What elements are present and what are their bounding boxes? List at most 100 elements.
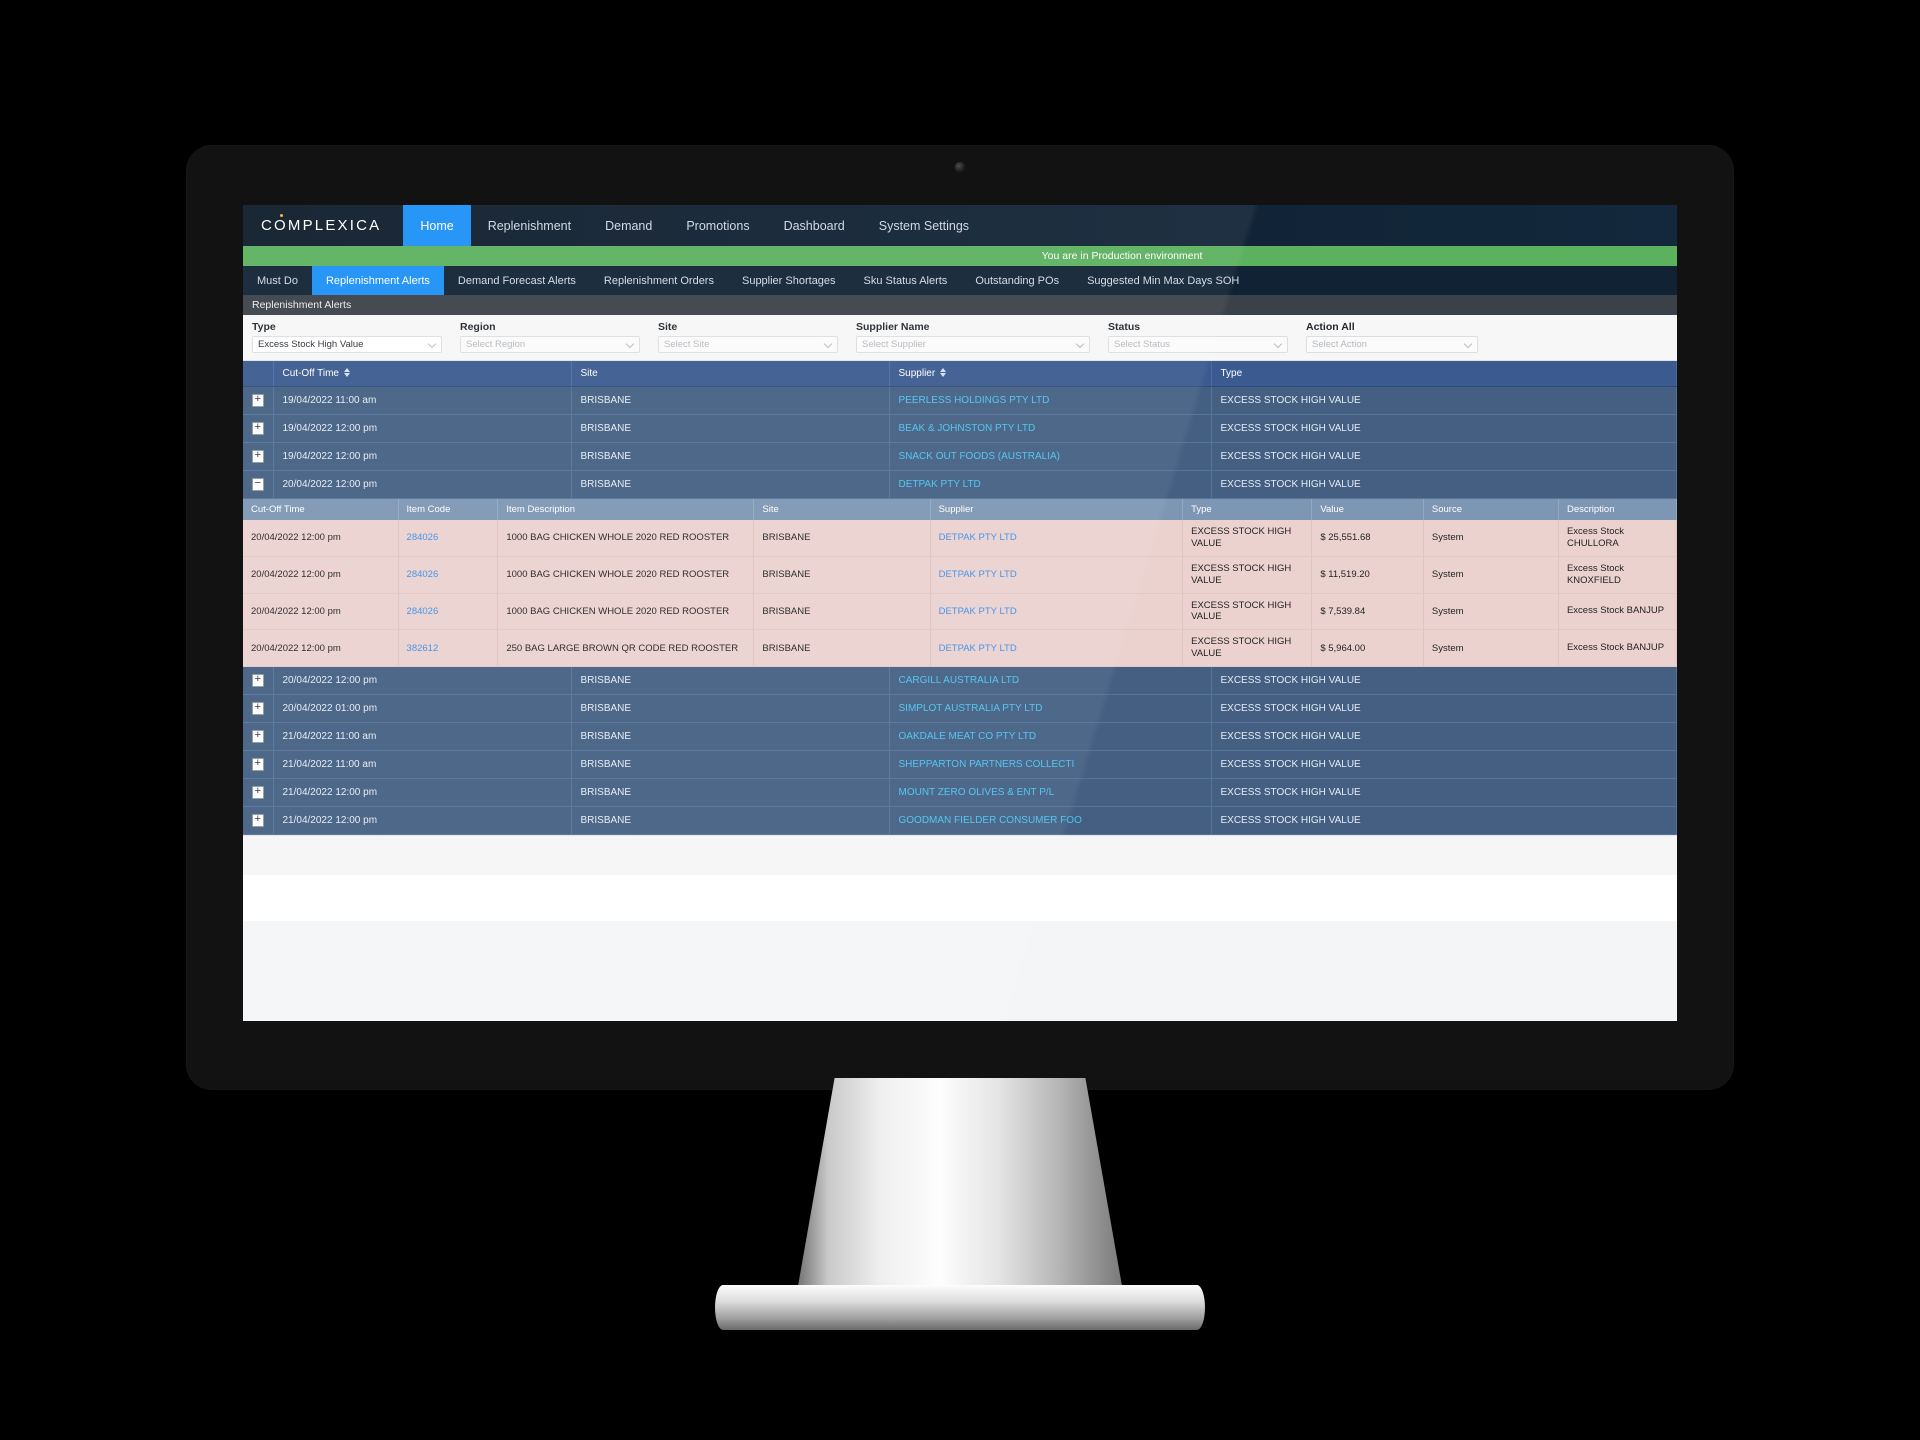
- row-expander-cell[interactable]: +: [243, 386, 274, 415]
- child-col-item-code[interactable]: Item Code: [398, 499, 499, 520]
- supplier-link[interactable]: MOUNT ZERO OLIVES & ENT P/L: [899, 787, 1055, 798]
- child-col-value[interactable]: Value: [1311, 499, 1424, 520]
- top-nav-items: Home Replenishment Demand Promotions Dashboa…: [403, 205, 986, 246]
- tab-replenishment-orders[interactable]: Replenishment Orders: [590, 266, 728, 295]
- nav-item-demand[interactable]: Demand: [588, 205, 669, 246]
- row-expander-cell[interactable]: +: [243, 442, 274, 471]
- table-row[interactable]: +20/04/2022 01:00 pm BRISBANE SIMPLOT AUST…: [243, 694, 1677, 723]
- child-col-site[interactable]: Site: [753, 499, 931, 520]
- child-table-row[interactable]: 20/04/2022 12:00 pm 284026 1000 BAG CHICKE…: [243, 520, 1677, 557]
- parent-col-label: Supplier: [898, 368, 936, 379]
- supplier-link[interactable]: DETPAK PTY LTD: [939, 643, 1017, 654]
- child-table-row[interactable]: 20/04/2022 12:00 pm 284026 1000 BAG CHICKE…: [243, 556, 1677, 594]
- child-table-row[interactable]: 20/04/2022 12:00 pm 284026 1000 BAG CHICKE…: [243, 593, 1677, 631]
- expand-row-icon[interactable]: +: [251, 450, 264, 463]
- nav-item-home[interactable]: Home: [403, 205, 471, 246]
- child-cell-source: System: [1423, 629, 1559, 667]
- parent-table-body: +19/04/2022 11:00 am BRISBANE PEERLESS HOL…: [243, 386, 1677, 835]
- child-col-description[interactable]: Description: [1558, 499, 1677, 520]
- tab-demand-forecast-alerts[interactable]: Demand Forecast Alerts: [444, 266, 590, 295]
- supplier-link[interactable]: DETPAK PTY LTD: [939, 532, 1017, 543]
- nav-item-system-settings[interactable]: System Settings: [862, 205, 986, 246]
- expand-row-icon[interactable]: +: [251, 702, 264, 715]
- expand-row-icon[interactable]: +: [251, 422, 264, 435]
- filter-select-supplier-name[interactable]: Select Supplier: [856, 336, 1090, 353]
- expand-row-icon[interactable]: +: [251, 674, 264, 687]
- filter-select-action-all[interactable]: Select Action: [1306, 336, 1478, 353]
- row-expander-cell[interactable]: +: [243, 806, 274, 835]
- supplier-link[interactable]: PEERLESS HOLDINGS PTY LTD: [899, 395, 1050, 406]
- supplier-link[interactable]: CARGILL AUSTRALIA LTD: [899, 675, 1020, 686]
- table-row[interactable]: +19/04/2022 11:00 am BRISBANE PEERLESS HOL…: [243, 386, 1677, 415]
- sort-arrows-icon[interactable]: [940, 368, 947, 377]
- item-code-link[interactable]: 284026: [407, 532, 439, 543]
- brand-logo[interactable]: COMPLEXICA: [243, 205, 403, 246]
- child-col-type[interactable]: Type: [1182, 499, 1313, 520]
- parent-col-supplier[interactable]: Supplier: [889, 361, 1212, 387]
- child-col-cut-off-time[interactable]: Cut-Off Time: [243, 499, 399, 520]
- child-cell-source: System: [1423, 593, 1559, 631]
- tab-must-do[interactable]: Must Do: [243, 266, 312, 295]
- supplier-link[interactable]: SHEPPARTON PARTNERS COLLECTI: [899, 759, 1075, 770]
- filter-select-status[interactable]: Select Status: [1108, 336, 1288, 353]
- table-row[interactable]: +19/04/2022 12:00 pm BRISBANE BEAK & JOHNS…: [243, 414, 1677, 443]
- tab-sku-status-alerts[interactable]: Sku Status Alerts: [850, 266, 962, 295]
- row-expander-cell[interactable]: +: [243, 722, 274, 751]
- supplier-link[interactable]: GOODMAN FIELDER CONSUMER FOO: [899, 815, 1082, 826]
- supplier-link[interactable]: BEAK & JOHNSTON PTY LTD: [899, 423, 1036, 434]
- monitor-stand-neck: [795, 1078, 1125, 1303]
- row-expander-cell[interactable]: +: [243, 667, 274, 695]
- tab-outstanding-pos[interactable]: Outstanding POs: [961, 266, 1073, 295]
- supplier-link[interactable]: OAKDALE MEAT CO PTY LTD: [899, 731, 1037, 742]
- table-row[interactable]: +21/04/2022 12:00 pm BRISBANE MOUNT ZERO O…: [243, 778, 1677, 807]
- table-row[interactable]: +21/04/2022 12:00 pm BRISBANE GOODMAN FIEL…: [243, 806, 1677, 835]
- sort-arrows-icon[interactable]: [344, 368, 351, 377]
- cell-cut-off-time: 21/04/2022 11:00 am: [273, 750, 572, 779]
- expand-row-icon[interactable]: +: [251, 730, 264, 743]
- expand-row-icon[interactable]: +: [251, 786, 264, 799]
- supplier-link[interactable]: SNACK OUT FOODS (AUSTRALIA): [899, 451, 1061, 462]
- row-expander-cell[interactable]: +: [243, 414, 274, 443]
- filter-select-site[interactable]: Select Site: [658, 336, 838, 353]
- filter-select-region[interactable]: Select Region: [460, 336, 640, 353]
- child-table-row[interactable]: 20/04/2022 12:00 pm 382612 250 BAG LARGE B…: [243, 629, 1677, 667]
- supplier-link[interactable]: DETPAK PTY LTD: [899, 479, 981, 490]
- cell-supplier: SHEPPARTON PARTNERS COLLECTI: [889, 750, 1212, 779]
- row-expander-cell[interactable]: +: [243, 750, 274, 779]
- row-expander-cell[interactable]: +: [243, 694, 274, 723]
- item-code-link[interactable]: 284026: [407, 606, 439, 617]
- tab-replenishment-alerts[interactable]: Replenishment Alerts: [311, 266, 444, 295]
- tab-supplier-shortages[interactable]: Supplier Shortages: [728, 266, 850, 295]
- child-col-item-description[interactable]: Item Description: [497, 499, 755, 520]
- expand-row-icon[interactable]: +: [251, 814, 264, 827]
- table-row[interactable]: +21/04/2022 11:00 am BRISBANE SHEPPARTON P…: [243, 750, 1677, 779]
- filter-select-type[interactable]: Excess Stock High Value: [252, 336, 442, 353]
- table-row[interactable]: +20/04/2022 12:00 pm BRISBANE CARGILL AUST…: [243, 667, 1677, 695]
- child-cell-item-code: 382612: [398, 629, 499, 667]
- supplier-link[interactable]: SIMPLOT AUSTRALIA PTY LTD: [899, 703, 1043, 714]
- filter-label: Supplier Name: [856, 321, 930, 333]
- collapse-row-icon[interactable]: −: [251, 478, 264, 491]
- table-row[interactable]: +21/04/2022 11:00 am BRISBANE OAKDALE MEAT…: [243, 722, 1677, 751]
- row-expander-cell[interactable]: +: [243, 778, 274, 807]
- tab-suggested-min-max-days-soh[interactable]: Suggested Min Max Days SOH: [1073, 266, 1253, 295]
- supplier-link[interactable]: DETPAK PTY LTD: [939, 569, 1017, 580]
- expand-row-icon[interactable]: +: [251, 758, 264, 771]
- nav-item-replenishment[interactable]: Replenishment: [471, 205, 588, 246]
- child-col-source[interactable]: Source: [1423, 499, 1559, 520]
- child-col-supplier[interactable]: Supplier: [930, 499, 1184, 520]
- table-row[interactable]: +19/04/2022 12:00 pm BRISBANE SNACK OUT FO…: [243, 442, 1677, 471]
- nav-item-promotions[interactable]: Promotions: [669, 205, 766, 246]
- supplier-link[interactable]: DETPAK PTY LTD: [939, 606, 1017, 617]
- page-background-filler: [243, 875, 1677, 921]
- child-header-row: Cut-Off Time Item Code Item Description Sit…: [243, 499, 1677, 520]
- item-code-link[interactable]: 382612: [407, 643, 439, 654]
- row-expander-cell[interactable]: −: [243, 470, 274, 499]
- item-code-link[interactable]: 284026: [407, 569, 439, 580]
- table-row[interactable]: −20/04/2022 12:00 pm BRISBANE DETPAK PTY L…: [243, 470, 1677, 499]
- cell-supplier: GOODMAN FIELDER CONSUMER FOO: [889, 806, 1212, 835]
- expand-row-icon[interactable]: +: [251, 394, 264, 407]
- nav-item-dashboard[interactable]: Dashboard: [767, 205, 862, 246]
- parent-col-cut-off-time[interactable]: Cut-Off Time: [273, 361, 572, 387]
- child-cell-site: BRISBANE: [753, 520, 931, 557]
